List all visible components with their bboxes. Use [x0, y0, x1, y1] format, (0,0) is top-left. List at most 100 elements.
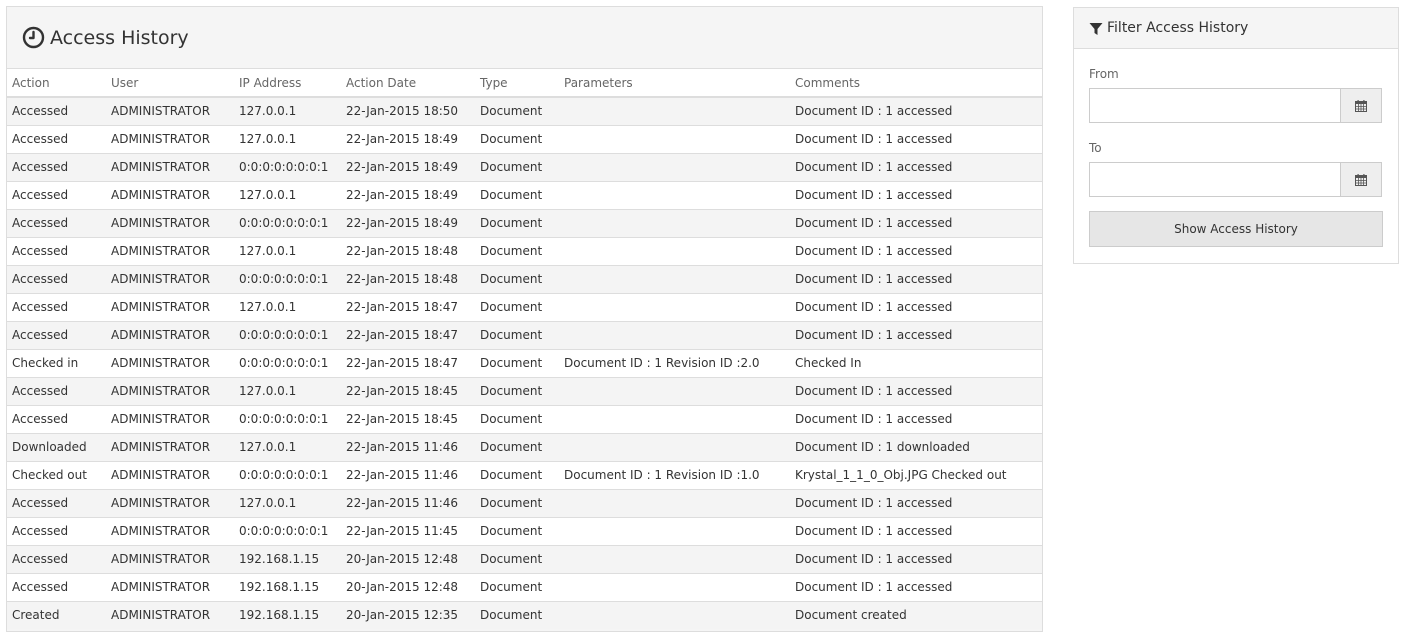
cell-ip-address: 127.0.0.1	[234, 376, 341, 405]
cell-type: Document	[475, 460, 559, 489]
table-row: Accessed ADMINISTRATOR 127.0.0.1 22-Jan-201…	[7, 124, 1042, 153]
cell-parameters	[559, 180, 790, 209]
cell-comments: Document ID : 1 accessed	[790, 208, 1042, 237]
cell-comments: Krystal_1_1_0_Obj.JPG Checked out	[790, 460, 1042, 489]
column-header-type: Type	[475, 69, 559, 98]
cell-action-date: 20-Jan-2015 12:48	[341, 544, 475, 573]
table-row: Checked in ADMINISTRATOR 0:0:0:0:0:0:0:1 22…	[7, 348, 1042, 377]
cell-type: Document	[475, 376, 559, 405]
cell-action-date: 20-Jan-2015 12:48	[341, 572, 475, 601]
cell-type: Document	[475, 600, 559, 629]
cell-action-date: 22-Jan-2015 18:47	[341, 292, 475, 321]
cell-user: ADMINISTRATOR	[106, 96, 234, 125]
cell-action-date: 22-Jan-2015 18:48	[341, 264, 475, 293]
cell-parameters	[559, 208, 790, 237]
cell-action-date: 22-Jan-2015 18:49	[341, 124, 475, 153]
cell-user: ADMINISTRATOR	[106, 320, 234, 349]
cell-ip-address: 192.168.1.15	[234, 544, 341, 573]
filter-title: Filter Access History	[1107, 20, 1249, 36]
cell-action: Checked in	[7, 348, 106, 377]
cell-user: ADMINISTRATOR	[106, 460, 234, 489]
to-label: To	[1089, 141, 1102, 155]
cell-ip-address: 0:0:0:0:0:0:0:1	[234, 404, 341, 433]
cell-parameters: Document ID : 1 Revision ID :1.0	[559, 460, 790, 489]
cell-user: ADMINISTRATOR	[106, 572, 234, 601]
cell-action-date: 22-Jan-2015 18:49	[341, 208, 475, 237]
cell-action-date: 22-Jan-2015 11:46	[341, 432, 475, 461]
cell-user: ADMINISTRATOR	[106, 600, 234, 629]
cell-type: Document	[475, 180, 559, 209]
cell-type: Document	[475, 96, 559, 125]
cell-action-date: 22-Jan-2015 18:47	[341, 320, 475, 349]
cell-action: Checked out	[7, 460, 106, 489]
show-access-history-button[interactable]: Show Access History	[1089, 211, 1383, 247]
cell-user: ADMINISTRATOR	[106, 516, 234, 545]
page-title: Access History	[50, 26, 189, 49]
cell-ip-address: 0:0:0:0:0:0:0:1	[234, 320, 341, 349]
cell-action: Accessed	[7, 404, 106, 433]
cell-ip-address: 0:0:0:0:0:0:0:1	[234, 152, 341, 181]
cell-ip-address: 0:0:0:0:0:0:0:1	[234, 460, 341, 489]
cell-type: Document	[475, 236, 559, 265]
cell-comments: Document ID : 1 accessed	[790, 516, 1042, 545]
cell-action: Accessed	[7, 572, 106, 601]
cell-action-date: 22-Jan-2015 18:47	[341, 348, 475, 377]
cell-type: Document	[475, 208, 559, 237]
cell-action-date: 22-Jan-2015 18:48	[341, 236, 475, 265]
cell-action-date: 22-Jan-2015 18:50	[341, 96, 475, 125]
to-date-input[interactable]	[1090, 163, 1340, 196]
cell-comments: Checked In	[790, 348, 1042, 377]
cell-action: Accessed	[7, 516, 106, 545]
column-header-action: Action	[7, 69, 106, 98]
clock-icon	[22, 26, 45, 49]
cell-user: ADMINISTRATOR	[106, 544, 234, 573]
table-row: Accessed ADMINISTRATOR 0:0:0:0:0:0:0:1 22-J…	[7, 516, 1042, 545]
cell-ip-address: 127.0.0.1	[234, 180, 341, 209]
cell-parameters	[559, 264, 790, 293]
cell-parameters	[559, 544, 790, 573]
from-calendar-button[interactable]	[1340, 89, 1381, 122]
cell-type: Document	[475, 432, 559, 461]
table-row: Accessed ADMINISTRATOR 192.168.1.15 20-Jan-…	[7, 544, 1042, 573]
table-row: Accessed ADMINISTRATOR 127.0.0.1 22-Jan-201…	[7, 488, 1042, 517]
cell-parameters	[559, 572, 790, 601]
cell-action-date: 22-Jan-2015 18:45	[341, 376, 475, 405]
calendar-icon	[1355, 99, 1367, 112]
cell-comments: Document ID : 1 accessed	[790, 180, 1042, 209]
cell-action: Accessed	[7, 236, 106, 265]
from-date-input[interactable]	[1090, 89, 1340, 122]
cell-type: Document	[475, 544, 559, 573]
table-row: Accessed ADMINISTRATOR 0:0:0:0:0:0:0:1 22-J…	[7, 152, 1042, 181]
cell-parameters	[559, 96, 790, 125]
cell-comments: Document ID : 1 accessed	[790, 236, 1042, 265]
cell-type: Document	[475, 320, 559, 349]
cell-comments: Document ID : 1 accessed	[790, 152, 1042, 181]
filter-icon	[1089, 21, 1103, 35]
table-body: Accessed ADMINISTRATOR 127.0.0.1 22-Jan-201…	[7, 96, 1042, 629]
cell-user: ADMINISTRATOR	[106, 376, 234, 405]
to-calendar-button[interactable]	[1340, 163, 1381, 196]
cell-parameters	[559, 516, 790, 545]
cell-parameters	[559, 488, 790, 517]
cell-action: Accessed	[7, 96, 106, 125]
cell-action: Accessed	[7, 152, 106, 181]
cell-user: ADMINISTRATOR	[106, 264, 234, 293]
cell-parameters	[559, 292, 790, 321]
table-row: Accessed ADMINISTRATOR 0:0:0:0:0:0:0:1 22-J…	[7, 404, 1042, 433]
cell-action-date: 22-Jan-2015 11:45	[341, 516, 475, 545]
cell-comments: Document ID : 1 accessed	[790, 264, 1042, 293]
calendar-icon	[1355, 173, 1367, 186]
column-header-ip-address: IP Address	[234, 69, 341, 98]
panel-header: Access History	[7, 7, 1042, 69]
table-row: Accessed ADMINISTRATOR 0:0:0:0:0:0:0:1 22-J…	[7, 264, 1042, 293]
cell-action-date: 20-Jan-2015 12:35	[341, 600, 475, 629]
cell-comments: Document ID : 1 accessed	[790, 376, 1042, 405]
table-row: Downloaded ADMINISTRATOR 127.0.0.1 22-Jan-2…	[7, 432, 1042, 461]
table-row: Accessed ADMINISTRATOR 0:0:0:0:0:0:0:1 22-J…	[7, 208, 1042, 237]
table-row: Accessed ADMINISTRATOR 127.0.0.1 22-Jan-201…	[7, 376, 1042, 405]
filter-panel: Filter Access History From To Show Acces…	[1073, 7, 1399, 264]
cell-type: Document	[475, 488, 559, 517]
cell-action: Accessed	[7, 488, 106, 517]
cell-ip-address: 0:0:0:0:0:0:0:1	[234, 348, 341, 377]
cell-user: ADMINISTRATOR	[106, 180, 234, 209]
